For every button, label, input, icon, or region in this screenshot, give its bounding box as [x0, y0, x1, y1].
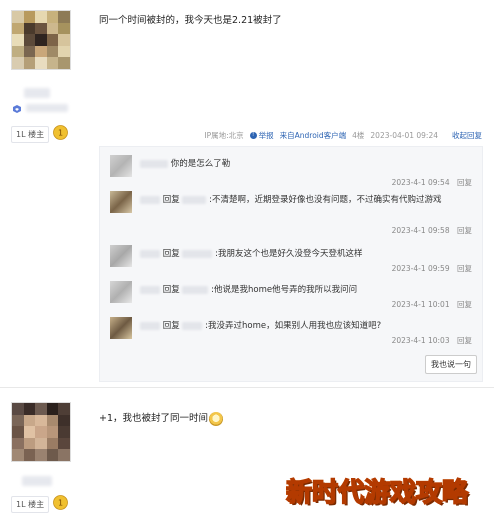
reply-text: 你的是怎么了勒	[170, 159, 231, 169]
post1-client[interactable]: 来自Android客户端	[280, 130, 347, 141]
smile-emoji-icon	[209, 411, 224, 426]
post1-floor-num: 4楼	[352, 131, 365, 140]
reply-avatar[interactable]	[110, 155, 132, 177]
reply-avatar[interactable]	[110, 317, 132, 339]
reply-button[interactable]: 回复	[457, 264, 472, 273]
reply-item: 回复 :不清楚啊，近期登录好像也没有问题，不过确实有代购过游戏 2023-4-1…	[110, 191, 476, 239]
reply-username[interactable]	[140, 285, 160, 294]
reply-username[interactable]	[140, 249, 160, 258]
post1-meta: IP属地:北京 ! 举报 来自Android客户端 4楼 2023-04-01 …	[204, 130, 482, 141]
post1-ip: IP属地:北京	[204, 131, 244, 140]
post1-username-sub	[26, 104, 68, 112]
reply-list: 你的是怎么了勒 2023-4-1 09:54 回复 回复 :不清楚啊，近期登录好…	[99, 146, 483, 382]
reply-prefix: 回复	[162, 321, 180, 331]
post2-text: +1，我也被封了同一时间	[99, 413, 209, 424]
reply-meta: 2023-4-1 10:01 回复	[392, 299, 472, 310]
post1-author-column: 1L 楼主 1	[0, 0, 88, 150]
post1-username[interactable]	[24, 88, 50, 98]
reply-time: 2023-4-1 09:54	[391, 178, 450, 187]
reply-button[interactable]: 回复	[457, 300, 472, 309]
reply-item: 回复 :我没弄过home，如果别人用我也应该知道吧? 2023-4-1 10:0…	[110, 317, 476, 347]
reply-text: :我没弄过home，如果别人用我也应该知道吧?	[205, 321, 382, 331]
svg-text:1: 1	[58, 129, 63, 138]
reply-avatar[interactable]	[110, 281, 132, 303]
reply-avatar[interactable]	[110, 191, 132, 213]
post2-content: +1，我也被封了同一时间	[99, 410, 224, 426]
reply-item: 回复 :他说是我home他号弄的我所以我问问 2023-4-1 10:01 回复	[110, 281, 476, 311]
reply-text: :他说是我home他号弄的我所以我问问	[211, 285, 358, 295]
reply-time: 2023-4-1 10:03	[391, 336, 450, 345]
reply-time: 2023-4-1 09:58	[391, 226, 450, 235]
reply-target-username[interactable]	[182, 195, 207, 204]
report-icon: !	[249, 132, 257, 139]
reply-body: 回复 :我没弄过home，如果别人用我也应该知道吧?	[140, 319, 478, 333]
reply-item: 你的是怎么了勒 2023-4-1 09:54 回复	[110, 155, 476, 187]
post1-content: 同一个时间被封的，我今天也是2.21被封了	[99, 15, 282, 26]
level-badge-icon: 1	[53, 125, 68, 140]
collapse-replies-link[interactable]: 收起回复	[452, 130, 482, 141]
reply-body: 回复 :不清楚啊，近期登录好像也没有问题，不过确实有代购过游戏	[140, 193, 478, 207]
reply-avatar[interactable]	[110, 245, 132, 267]
reply-meta: 2023-4-1 09:59 回复	[392, 263, 472, 274]
reply-text: :我朋友这个也是好久没登今天登机这样	[215, 249, 363, 259]
reply-button[interactable]: 回复	[457, 336, 472, 345]
reply-username[interactable]	[140, 195, 160, 204]
reply-button[interactable]: 回复	[457, 178, 472, 187]
member-badge-icon	[13, 105, 21, 113]
report-link[interactable]: ! 举报	[249, 130, 274, 141]
reply-body: 回复 :我朋友这个也是好久没登今天登机这样	[140, 247, 478, 261]
watermark-text: 新时代游戏攻略	[285, 477, 469, 509]
reply-button[interactable]: 回复	[457, 226, 472, 235]
post2-author-column: 1L 楼主 1	[0, 388, 88, 514]
reply-body: 你的是怎么了勒	[140, 157, 478, 171]
reply-prefix: 回复	[162, 195, 180, 205]
post1-time: 2023-04-01 09:24	[370, 131, 438, 140]
reply-time: 2023-4-1 10:01	[391, 300, 450, 309]
report-label: 举报	[258, 131, 274, 140]
post2-floor-suffix: 楼主	[28, 500, 45, 509]
forum-thread: 1L 楼主 1 同一个时间被封的，我今天也是2.21被封了 IP属地:北京 ! …	[0, 0, 494, 514]
level-badge-icon: 1	[53, 495, 68, 510]
post2-floor-tag: 1L 楼主	[11, 496, 50, 513]
reply-prefix: 回复	[162, 249, 180, 259]
post1-avatar[interactable]	[11, 10, 71, 70]
post1-floor: 1L	[16, 130, 26, 139]
reply-meta: 2023-4-1 09:54 回复	[392, 177, 472, 188]
say-something-button[interactable]: 我也说一句	[425, 355, 477, 374]
reply-prefix: 回复	[162, 285, 180, 295]
post2-username[interactable]	[22, 476, 52, 486]
svg-text:1: 1	[58, 499, 63, 508]
post1-floor-suffix: 楼主	[28, 130, 45, 139]
reply-username[interactable]	[140, 159, 168, 168]
reply-time: 2023-4-1 09:59	[391, 264, 450, 273]
post1-floor-tag: 1L 楼主	[11, 126, 50, 143]
reply-body: 回复 :他说是我home他号弄的我所以我问问	[140, 283, 478, 297]
post2-avatar[interactable]	[11, 402, 71, 462]
watermark-logo: 新时代游戏攻略	[285, 472, 469, 509]
reply-text: :不清楚啊，近期登录好像也没有问题，不过确实有代购过游戏	[209, 195, 442, 205]
reply-target-username[interactable]	[182, 249, 213, 258]
reply-meta: 2023-4-1 09:58 回复	[392, 225, 472, 236]
reply-meta: 2023-4-1 10:03 回复	[392, 335, 472, 346]
reply-target-username[interactable]	[182, 285, 209, 294]
reply-target-username[interactable]	[182, 321, 203, 330]
post2-floor: 1L	[16, 500, 26, 509]
reply-item: 回复 :我朋友这个也是好久没登今天登机这样 2023-4-1 09:59 回复	[110, 245, 476, 275]
reply-username[interactable]	[140, 321, 160, 330]
